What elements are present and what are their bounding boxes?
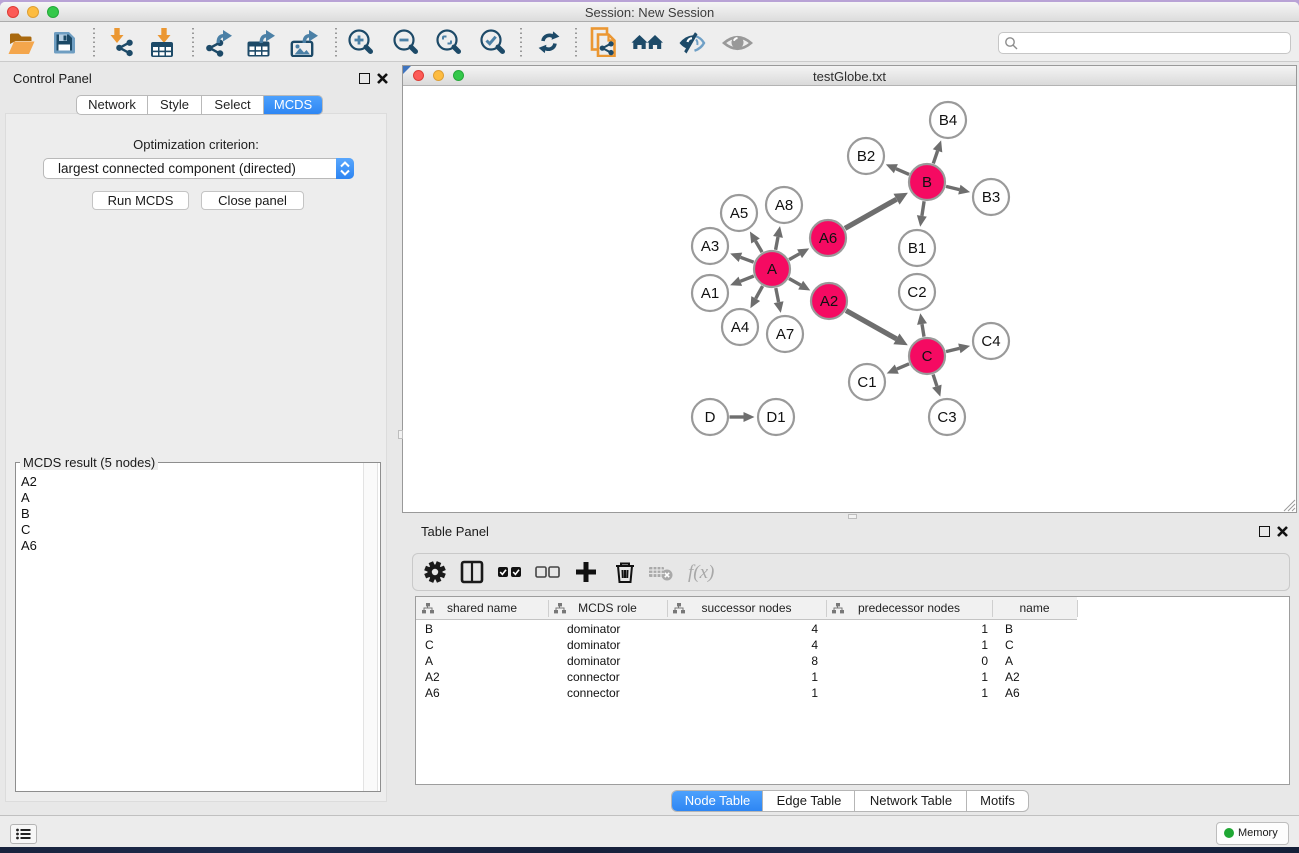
svg-text:C: C (922, 348, 933, 365)
svg-text:D1: D1 (766, 409, 785, 426)
svg-text:A5: A5 (730, 205, 748, 222)
svg-text:B4: B4 (939, 112, 957, 129)
svg-text:A2: A2 (820, 293, 838, 310)
svg-text:A8: A8 (775, 197, 793, 214)
svg-text:B: B (922, 174, 932, 191)
svg-text:C1: C1 (857, 374, 876, 391)
svg-text:A3: A3 (701, 238, 719, 255)
svg-text:A1: A1 (701, 285, 719, 302)
svg-text:D: D (705, 409, 716, 426)
svg-text:B2: B2 (857, 148, 875, 165)
svg-text:B3: B3 (982, 189, 1000, 206)
svg-text:A7: A7 (776, 326, 794, 343)
svg-text:A4: A4 (731, 319, 749, 336)
svg-text:C3: C3 (937, 409, 956, 426)
svg-text:f(x): f(x) (688, 562, 714, 583)
svg-text:A: A (767, 261, 777, 278)
svg-text:C4: C4 (981, 333, 1000, 350)
svg-text:A6: A6 (819, 230, 837, 247)
svg-text:C2: C2 (907, 284, 926, 301)
svg-text:B1: B1 (908, 240, 926, 257)
